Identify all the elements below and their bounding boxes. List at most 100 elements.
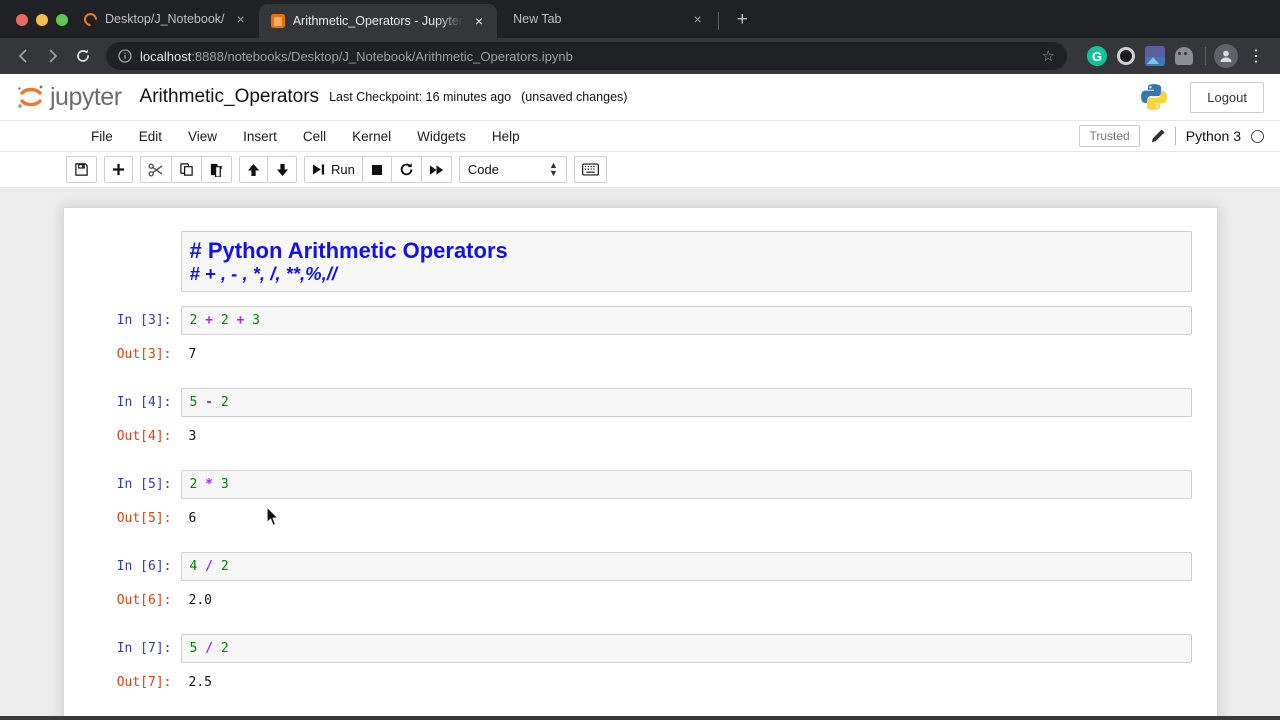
code-text: 2 * 3 [190, 477, 229, 492]
output-value: 6 [188, 511, 197, 527]
title-cell-input[interactable]: # Python Arithmetic Operators # + , - , … [180, 231, 1192, 293]
url-text[interactable]: localhost:8888/notebooks/Desktop/J_Noteb… [140, 49, 573, 64]
restart-kernel-button[interactable] [391, 156, 422, 183]
scissors-icon [148, 163, 163, 177]
ghost-extension-icon[interactable] [1175, 47, 1193, 65]
code-input-area[interactable]: 2 * 3 [180, 470, 1192, 500]
circle-extension-icon[interactable] [1117, 47, 1135, 65]
jupyter-logo[interactable]: jupyter [14, 80, 122, 114]
save-button[interactable] [66, 156, 97, 183]
input-prompt: In [4]: [116, 395, 172, 411]
fast-forward-icon [429, 164, 443, 175]
menu-kernel[interactable]: Kernel [339, 123, 404, 150]
back-arrow-icon [19, 49, 27, 63]
operator-token: / [205, 559, 213, 575]
notebook-favicon [270, 14, 285, 28]
code-input-area[interactable]: 5 - 2 [180, 388, 1192, 418]
back-button[interactable] [10, 43, 36, 69]
run-label: Run [331, 162, 355, 177]
tab-title: Desktop/J_Notebook/ [105, 12, 225, 26]
arrow-down-icon [276, 163, 288, 176]
menu-insert[interactable]: Insert [230, 123, 290, 150]
menu-view[interactable]: View [175, 123, 230, 150]
code-text: 5 / 2 [190, 641, 229, 656]
move-cell-down-button[interactable] [268, 156, 297, 183]
close-window-button[interactable] [16, 14, 28, 26]
cell-output-row: Out[5]: 6 [64, 511, 1217, 526]
paste-cell-button[interactable] [202, 156, 232, 183]
new-tab-button[interactable]: + [731, 9, 754, 31]
bookmark-star-icon[interactable]: ☆ [1042, 47, 1055, 65]
input-prompt: In [7]: [116, 641, 172, 657]
arrow-up-icon [247, 163, 260, 176]
cell-type-select[interactable]: Code ▲ ▼ [458, 156, 567, 183]
output-value: 3 [188, 429, 197, 445]
output-prompt: Out[4]: [116, 429, 172, 445]
menu-edit[interactable]: Edit [126, 123, 175, 150]
tab-new-tab[interactable]: New Tab × [497, 2, 716, 36]
close-tab-icon[interactable]: × [233, 10, 249, 28]
close-tab-icon[interactable]: × [471, 12, 487, 30]
url-path: :8888/notebooks/Desktop/J_Notebook/Arith… [191, 48, 573, 64]
notebook-title[interactable]: Arithmetic_Operators [140, 86, 320, 108]
close-tab-icon[interactable]: × [690, 10, 706, 28]
tab-notebook-active[interactable]: Arithmetic_Operators - Jupyter × [258, 4, 498, 38]
code-cell: In [3]: 2 + 2 + 3 Out[3]: 7 [64, 306, 1217, 362]
site-info-icon[interactable] [118, 49, 132, 63]
browser-tab-strip: Desktop/J_Notebook/ × Arithmetic_Operato… [0, 0, 1280, 38]
cell-input-row: In [4]: 5 - 2 [64, 388, 1217, 418]
menu-cell[interactable]: Cell [290, 123, 339, 150]
menu-file[interactable]: File [78, 123, 126, 150]
operator-token: * [205, 477, 213, 493]
code-input-area[interactable]: 5 / 2 [180, 634, 1192, 664]
output-prompt: Out[7]: [116, 675, 172, 691]
tab-folder[interactable]: Desktop/J_Notebook/ × [72, 2, 259, 36]
notebook-toolbar: Run Code ▲ ▼ [0, 152, 1280, 188]
window-controls[interactable] [16, 14, 68, 26]
reload-button[interactable] [70, 43, 96, 69]
forward-button[interactable] [40, 43, 66, 69]
bottom-edge-strip [0, 716, 1280, 720]
output-value: 2.0 [188, 593, 212, 609]
code-input-area[interactable]: 2 + 2 + 3 [180, 306, 1192, 336]
copy-cell-button[interactable] [172, 156, 202, 183]
title-comment-line1: # Python Arithmetic Operators [189, 238, 508, 263]
profile-avatar[interactable] [1214, 44, 1238, 68]
run-cell-button[interactable]: Run [304, 156, 363, 183]
number-token: 2 [220, 313, 229, 329]
cell-input-row: In [6]: 4 / 2 [64, 552, 1217, 582]
browser-menu-icon[interactable]: ⋮ [1242, 46, 1270, 66]
cell-input-row: In [7]: 5 / 2 [64, 634, 1217, 664]
grammarly-extension-icon[interactable]: G [1087, 46, 1107, 66]
add-cell-button[interactable] [104, 156, 133, 183]
menu-widgets[interactable]: Widgets [404, 123, 479, 150]
interrupt-kernel-button[interactable] [362, 156, 392, 183]
minimize-window-button[interactable] [36, 14, 48, 26]
trusted-badge[interactable]: Trusted [1079, 125, 1140, 147]
image-extension-icon[interactable] [1145, 46, 1165, 66]
code-input-area[interactable]: 4 / 2 [180, 552, 1192, 582]
logout-button[interactable]: Logout [1190, 81, 1264, 113]
toolbar-separator [1205, 47, 1206, 65]
tab-separator [717, 12, 719, 30]
restart-run-all-button[interactable] [421, 156, 452, 183]
jupyter-logo-word: jupyter [50, 83, 122, 111]
output-prompt: Out[3]: [116, 347, 172, 363]
tab-title: Arithmetic_Operators - Jupyter [292, 14, 463, 28]
command-palette-button[interactable] [573, 156, 607, 183]
extension-icons: G [1087, 46, 1193, 66]
menu-help[interactable]: Help [479, 123, 533, 150]
empty-prompt [64, 231, 181, 292]
output-value: 2.5 [188, 675, 212, 691]
fullscreen-window-button[interactable] [56, 14, 68, 26]
move-cell-up-button[interactable] [239, 156, 268, 183]
cut-cell-button[interactable] [140, 156, 172, 183]
jupyter-favicon [81, 9, 100, 29]
address-bar[interactable]: localhost:8888/notebooks/Desktop/J_Noteb… [106, 42, 1067, 70]
operator-token: - [205, 395, 213, 411]
